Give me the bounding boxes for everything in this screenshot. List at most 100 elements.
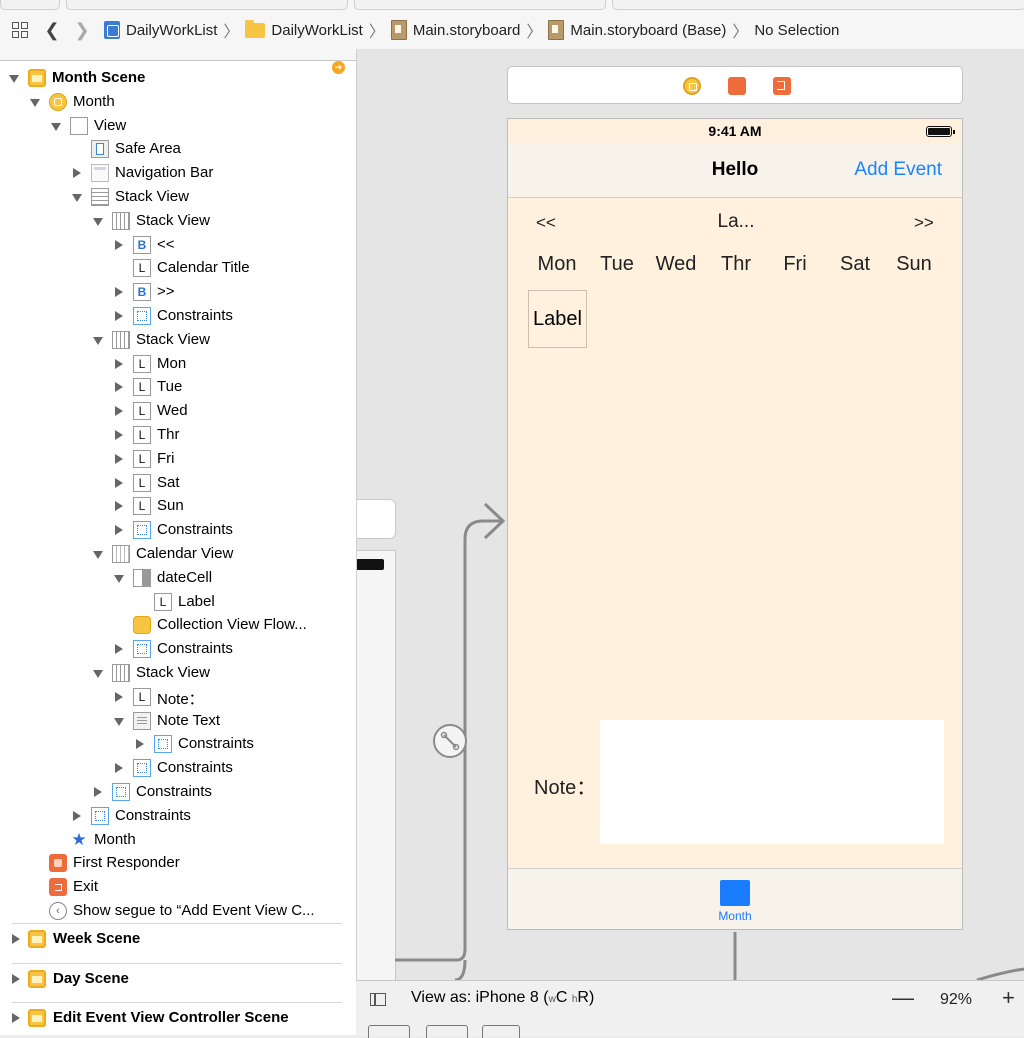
- disclosure-closed-icon[interactable]: [115, 763, 123, 773]
- constraints-row[interactable]: Constraints: [0, 305, 356, 327]
- disclosure-open-icon[interactable]: [9, 75, 19, 83]
- fri-label-row[interactable]: L Fri: [0, 448, 356, 470]
- note-text-view[interactable]: [600, 720, 944, 844]
- constraints-row[interactable]: Constraints: [0, 519, 356, 541]
- disclosure-closed-icon[interactable]: [12, 974, 20, 984]
- disclosure-open-icon[interactable]: [30, 99, 40, 107]
- tab-stub[interactable]: [0, 0, 60, 10]
- flow-layout-row[interactable]: Collection View Flow...: [0, 614, 356, 636]
- disclosure-closed-icon[interactable]: [115, 478, 123, 488]
- stack-view-row[interactable]: Stack View: [0, 186, 356, 208]
- breadcrumb-folder[interactable]: DailyWorkList: [245, 19, 363, 39]
- disclosure-closed-icon[interactable]: [115, 382, 123, 392]
- disclosure-open-icon[interactable]: [93, 551, 103, 559]
- disclosure-open-icon[interactable]: [114, 575, 124, 583]
- view-as-device[interactable]: View as: iPhone 8 (wC hR): [411, 989, 594, 1007]
- disclosure-open-icon[interactable]: [51, 123, 61, 131]
- view-row[interactable]: View: [0, 115, 356, 137]
- exit-icon[interactable]: [773, 77, 791, 95]
- disclosure-closed-icon[interactable]: [12, 934, 20, 944]
- disclosure-closed-icon[interactable]: [136, 739, 144, 749]
- date-cell-row[interactable]: dateCell: [0, 567, 356, 589]
- disclosure-open-icon[interactable]: [114, 718, 124, 726]
- tab-month-label[interactable]: Month: [508, 909, 962, 923]
- storyboard-canvas[interactable]: 9:41 AM Hello Add Event << La... >> Mon T…: [356, 49, 1024, 980]
- view-controller-icon[interactable]: [683, 77, 701, 95]
- disclosure-closed-icon[interactable]: [115, 692, 123, 702]
- month-view-controller[interactable]: 9:41 AM Hello Add Event << La... >> Mon T…: [507, 118, 963, 930]
- prev-button-row[interactable]: B <<: [0, 234, 356, 256]
- disclosure-closed-icon[interactable]: [115, 525, 123, 535]
- disclosure-open-icon[interactable]: [93, 670, 103, 678]
- zoom-out-button[interactable]: —: [892, 985, 914, 1011]
- storyboard-entry-row[interactable]: ★ Month: [0, 829, 356, 851]
- add-event-button[interactable]: Add Event: [854, 159, 942, 181]
- disclosure-closed-icon[interactable]: [73, 811, 81, 821]
- tab-stub[interactable]: [612, 0, 1024, 10]
- device-config-button[interactable]: [482, 1025, 520, 1038]
- scene-row[interactable]: Edit Event View Controller Scene: [0, 1007, 356, 1029]
- disclosure-closed-icon[interactable]: [115, 454, 123, 464]
- constraints-row[interactable]: Constraints: [0, 638, 356, 660]
- calendar-view-row[interactable]: Calendar View: [0, 543, 356, 565]
- note-text-row[interactable]: Note Text: [0, 710, 356, 732]
- disclosure-closed-icon[interactable]: [115, 644, 123, 654]
- scene-row[interactable]: Week Scene: [0, 928, 356, 950]
- back-arrow-icon[interactable]: ❮: [40, 18, 64, 42]
- disclosure-closed-icon[interactable]: [115, 311, 123, 321]
- thr-label-row[interactable]: L Thr: [0, 424, 356, 446]
- next-month-button[interactable]: >>: [914, 213, 934, 233]
- device-config-button[interactable]: [368, 1025, 410, 1038]
- note-label-row[interactable]: L Note：: [0, 686, 356, 708]
- constraints-row[interactable]: Constraints: [0, 781, 356, 803]
- tab-bar[interactable]: Month: [508, 868, 962, 929]
- breadcrumb-selection[interactable]: No Selection: [754, 22, 839, 39]
- sun-label-row[interactable]: L Sun: [0, 495, 356, 517]
- tue-label-row[interactable]: L Tue: [0, 376, 356, 398]
- breadcrumb-storyboard-base[interactable]: Main.storyboard (Base): [548, 20, 726, 40]
- disclosure-open-icon[interactable]: [72, 194, 82, 202]
- constraints-row[interactable]: Constraints: [0, 733, 356, 755]
- stack-view-row[interactable]: Stack View: [0, 210, 356, 232]
- disclosure-closed-icon[interactable]: [115, 240, 123, 250]
- stack-view-row[interactable]: Stack View: [0, 329, 356, 351]
- cell-label-row[interactable]: L Label: [0, 591, 356, 613]
- toggle-outline-icon[interactable]: [370, 993, 386, 1006]
- disclosure-closed-icon[interactable]: [115, 430, 123, 440]
- navigation-bar[interactable]: Hello Add Event: [508, 143, 962, 198]
- month-tab-icon[interactable]: [720, 880, 750, 906]
- month-scene-row[interactable]: Month Scene: [0, 67, 356, 89]
- disclosure-closed-icon[interactable]: [94, 787, 102, 797]
- disclosure-closed-icon[interactable]: [115, 287, 123, 297]
- disclosure-closed-icon[interactable]: [115, 501, 123, 511]
- month-vc-row[interactable]: Month: [0, 91, 356, 113]
- scene-dock[interactable]: [507, 66, 963, 104]
- scene-row[interactable]: Day Scene: [0, 968, 356, 990]
- disclosure-closed-icon[interactable]: [12, 1013, 20, 1023]
- first-responder-icon[interactable]: [728, 77, 746, 95]
- tab-stub[interactable]: [66, 0, 348, 10]
- related-items-icon[interactable]: [8, 18, 32, 42]
- mon-label-row[interactable]: L Mon: [0, 353, 356, 375]
- initial-vc-arrow-icon[interactable]: ➜: [332, 61, 345, 74]
- disclosure-open-icon[interactable]: [93, 337, 103, 345]
- stack-view-row[interactable]: Stack View: [0, 662, 356, 684]
- disclosure-closed-icon[interactable]: [115, 359, 123, 369]
- device-config-button[interactable]: [426, 1025, 468, 1038]
- first-responder-row[interactable]: First Responder: [0, 852, 356, 874]
- wed-label-row[interactable]: L Wed: [0, 400, 356, 422]
- disclosure-closed-icon[interactable]: [73, 168, 81, 178]
- breadcrumb-storyboard[interactable]: Main.storyboard: [390, 20, 520, 40]
- date-cell[interactable]: Label: [528, 290, 587, 348]
- disclosure-open-icon[interactable]: [93, 218, 103, 226]
- constraints-row[interactable]: Constraints: [0, 757, 356, 779]
- sat-label-row[interactable]: L Sat: [0, 472, 356, 494]
- calendar-title-row[interactable]: L Calendar Title: [0, 257, 356, 279]
- forward-arrow-icon[interactable]: ❯: [70, 18, 94, 42]
- zoom-level[interactable]: 92%: [940, 991, 972, 1009]
- zoom-in-button[interactable]: +: [1002, 985, 1015, 1011]
- exit-row[interactable]: Exit: [0, 876, 356, 898]
- tab-stub[interactable]: [354, 0, 606, 10]
- next-button-row[interactable]: B >>: [0, 281, 356, 303]
- disclosure-closed-icon[interactable]: [115, 406, 123, 416]
